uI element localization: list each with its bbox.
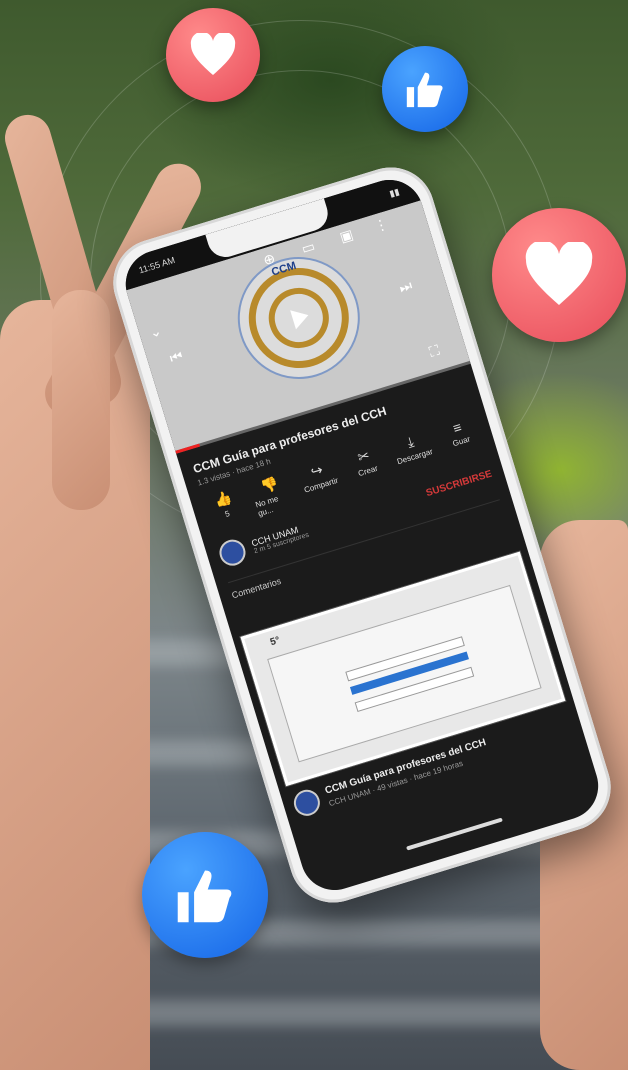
thumbnail-badge: 5° (268, 634, 282, 649)
clip-icon: ✂ (355, 446, 372, 466)
create-button[interactable]: ✂ Crear (343, 443, 391, 490)
save-button[interactable]: ≡ Guar (436, 414, 484, 461)
like-reaction (382, 46, 468, 132)
action-label: No me gu... (254, 494, 280, 519)
channel-logo: CCM (222, 241, 375, 395)
download-button[interactable]: ⤓ Descargar (389, 428, 437, 475)
captions-icon[interactable]: ▣ (338, 226, 356, 246)
action-label: Guar (451, 434, 472, 449)
like-reaction (142, 832, 268, 958)
share-button[interactable]: ↪ Compartir (296, 457, 344, 504)
next-icon[interactable]: ⏭ (397, 277, 414, 297)
heart-icon (190, 33, 236, 75)
thumb-up-icon (406, 72, 443, 108)
avatar[interactable] (290, 786, 324, 820)
battery-icon: ▮▮ (388, 185, 401, 199)
fullscreen-icon[interactable]: ⛶ (427, 342, 441, 361)
more-vertical-icon[interactable]: ⋮ (372, 215, 390, 235)
action-label: 5 (224, 508, 231, 519)
download-icon: ⤓ (405, 433, 416, 451)
heart-reaction (492, 208, 626, 342)
share-icon: ↪ (308, 461, 325, 480)
chevron-down-icon[interactable]: ⌄ (147, 322, 163, 342)
logo-ring (261, 280, 337, 356)
like-button[interactable]: 👍 5 (202, 486, 250, 533)
left-thumb (52, 290, 110, 510)
previous-icon[interactable]: ⏮ (168, 347, 185, 367)
heart-icon (525, 242, 593, 305)
save-icon: ≡ (450, 418, 464, 437)
heart-reaction (166, 8, 260, 102)
subscribe-button[interactable]: SUSCRIBIRSE (425, 468, 494, 499)
action-label: Compartir (303, 475, 340, 495)
avatar[interactable] (216, 536, 249, 569)
status-time: 11:55 AM (137, 254, 177, 276)
thumb-up-icon (177, 870, 232, 923)
dislike-button[interactable]: 👎 No me gu... (249, 471, 297, 519)
play-icon[interactable] (290, 305, 312, 330)
thumb-up-icon: 👍 (212, 488, 234, 510)
home-indicator[interactable] (406, 817, 503, 851)
